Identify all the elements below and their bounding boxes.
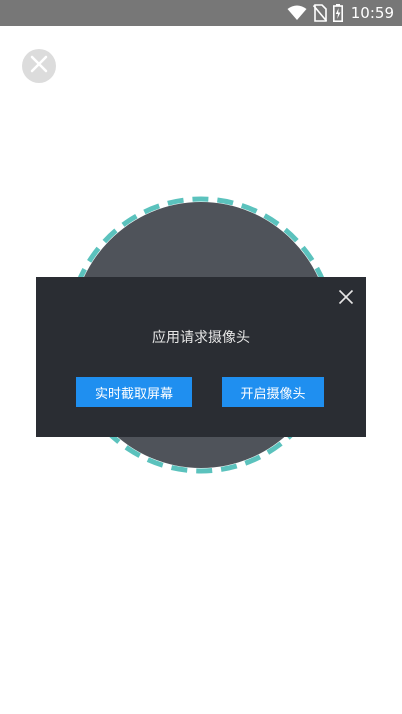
wifi-icon bbox=[287, 5, 307, 21]
camera-permission-dialog: 应用请求摄像头 实时截取屏幕 开启摄像头 bbox=[36, 277, 366, 437]
screen: 10:59 应用请求摄像头 实时截取屏幕 开启摄像头 bbox=[0, 0, 402, 714]
status-bar: 10:59 bbox=[0, 0, 402, 26]
close-icon bbox=[338, 289, 354, 309]
dialog-title: 应用请求摄像头 bbox=[152, 330, 250, 346]
close-icon bbox=[30, 55, 48, 77]
no-sim-icon bbox=[312, 4, 327, 22]
screen-capture-button[interactable]: 实时截取屏幕 bbox=[76, 377, 192, 407]
status-icons: 10:59 bbox=[287, 0, 394, 26]
battery-charging-icon bbox=[332, 4, 343, 22]
dialog-close-button[interactable] bbox=[338, 289, 354, 305]
close-button[interactable] bbox=[22, 49, 56, 83]
status-time: 10:59 bbox=[350, 4, 394, 22]
open-camera-button[interactable]: 开启摄像头 bbox=[222, 377, 324, 407]
